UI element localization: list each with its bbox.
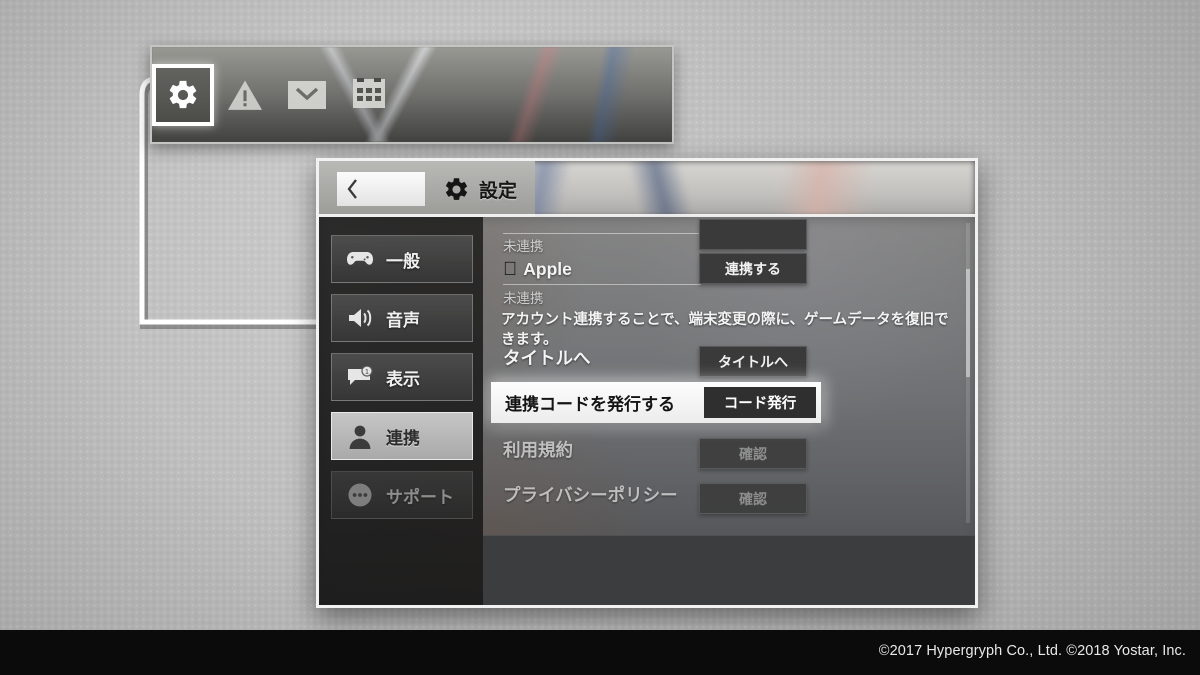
mail-icon <box>288 80 326 109</box>
partial-row-divider <box>503 233 701 234</box>
content-bottom-panel <box>483 535 975 605</box>
partial-row-status: 未連携 <box>503 235 975 255</box>
privacy-confirm-button[interactable]: 確認 <box>699 483 807 514</box>
content-scrollbar-track[interactable] <box>966 223 970 523</box>
issue-code-button[interactable]: コード発行 <box>704 387 816 418</box>
apple-link-button-label: 連携する <box>725 260 781 277</box>
sidebar-item-label: 連携 <box>386 428 420 448</box>
terms-confirm-button[interactable]: 確認 <box>699 438 807 469</box>
gear-icon <box>445 177 468 200</box>
chevron-left-icon <box>347 179 357 199</box>
svg-text:1: 1 <box>365 369 369 376</box>
go-to-title-button-label: タイトルへ <box>718 353 788 370</box>
privacy-row-label: プライバシーポリシー <box>503 485 678 505</box>
hud-slot-mail[interactable] <box>276 47 338 142</box>
hud-icon-list <box>152 47 400 142</box>
sidebar-item-label: サポート <box>386 487 454 507</box>
speaker-icon <box>340 301 380 335</box>
sidebar-item-link[interactable]: 連携 <box>331 412 473 460</box>
settings-window: 設定 一般 音声 1 表示 連携 サポート 未連携 Apple 連携する 未連携… <box>316 158 978 608</box>
gamepad-icon <box>340 242 380 276</box>
apple-icon:  <box>503 260 517 279</box>
hud-icon-bar <box>150 45 674 144</box>
hud-slot-calendar[interactable] <box>338 47 400 142</box>
sidebar-item-label: 表示 <box>386 369 420 389</box>
apple-row-status: 未連携 <box>503 287 975 307</box>
warning-icon <box>228 79 262 110</box>
page-title: 設定 <box>479 180 518 202</box>
screenshot-root: 設定 一般 音声 1 表示 連携 サポート 未連携 Apple 連携する 未連携… <box>0 0 1200 675</box>
hud-slot-settings[interactable] <box>152 47 214 142</box>
hud-calendar-button[interactable] <box>342 68 396 122</box>
apple-row-label: Apple <box>509 259 572 279</box>
window-title-group: 設定 <box>443 161 517 217</box>
apple-row-status-label: 未連携 <box>503 291 544 306</box>
hud-settings-button[interactable] <box>152 63 214 126</box>
partial-row-status-label: 未連携 <box>503 239 544 254</box>
apple-link-button[interactable]: 連携する <box>699 253 807 284</box>
title-row-label: タイトルへ <box>503 348 591 368</box>
hud-warning-button[interactable] <box>218 68 272 122</box>
sidebar-item-label: 一般 <box>386 251 420 271</box>
terms-confirm-button-label: 確認 <box>739 445 767 462</box>
person-icon <box>340 419 380 453</box>
dots-icon <box>340 478 380 512</box>
sidebar-item-support[interactable]: サポート <box>331 471 473 519</box>
sidebar-item-general[interactable]: 一般 <box>331 235 473 283</box>
hud-slot-warning[interactable] <box>214 47 276 142</box>
hud-mail-button[interactable] <box>280 68 334 122</box>
issue-code-button-label: コード発行 <box>723 396 797 412</box>
sidebar-item-list: 一般 音声 1 表示 連携 サポート <box>331 235 473 519</box>
issue-link-code-row[interactable]: 連携コードを発行する コード発行 <box>491 382 821 423</box>
sidebar-item-audio[interactable]: 音声 <box>331 294 473 342</box>
settings-sidebar: 一般 音声 1 表示 連携 サポート <box>319 217 483 605</box>
calendar-icon <box>353 77 385 108</box>
privacy-confirm-button-label: 確認 <box>739 490 767 507</box>
terms-row-label: 利用規約 <box>503 440 573 460</box>
settings-content: 未連携  Apple 連携する 未連携 アカウント連携することで、端末変更の際… <box>483 217 975 605</box>
sidebar-item-display[interactable]: 1 表示 <box>331 353 473 401</box>
copyright-text: ©2017 Hypergryph Co., Ltd. ©2018 Yostar,… <box>878 643 1186 659</box>
back-button[interactable] <box>337 172 425 206</box>
gear-icon <box>169 80 197 108</box>
settings-window-header: 設定 <box>319 161 975 217</box>
go-to-title-button[interactable]: タイトルへ <box>699 346 807 377</box>
settings-window-body: 一般 音声 1 表示 連携 サポート 未連携 Apple 連携する 未連携 アカ… <box>319 217 975 605</box>
issue-link-code-label: 連携コードを発行する <box>505 395 675 414</box>
apple-row-divider <box>503 284 701 285</box>
content-scrollbar-thumb[interactable] <box>966 269 970 377</box>
sidebar-item-label: 音声 <box>386 310 420 330</box>
chat-badge-icon: 1 <box>340 360 380 394</box>
